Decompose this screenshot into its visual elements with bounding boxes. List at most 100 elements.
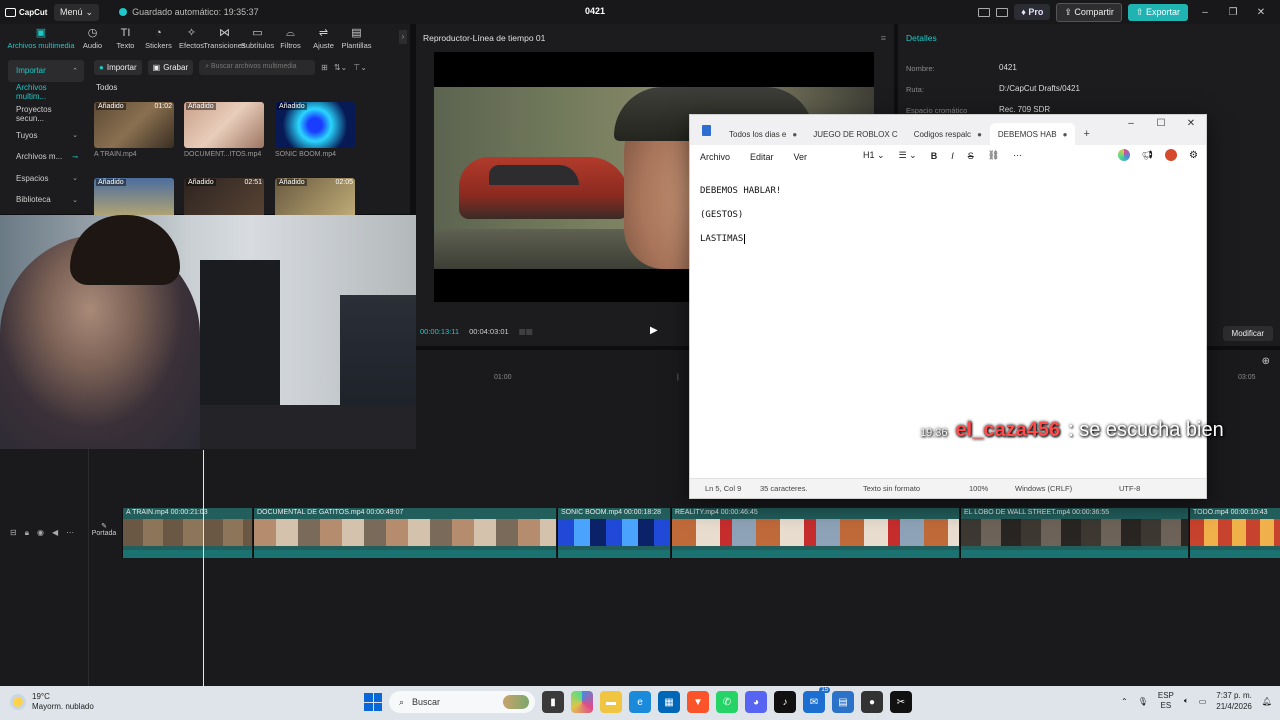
more-icon[interactable]: ⋯ [1013, 150, 1022, 161]
store-icon[interactable]: ▦ [658, 691, 680, 713]
new-tab-icon[interactable]: + [1075, 123, 1097, 145]
playhead[interactable] [203, 450, 204, 686]
speaker-icon[interactable]: ◀ [52, 528, 58, 538]
unsaved-dot-icon[interactable]: ● [1063, 130, 1068, 139]
menu-button[interactable]: Menú ⌄ [54, 3, 100, 21]
toolbar-media[interactable]: ▣ Archivos multimedia [6, 24, 76, 51]
chevron-up-icon[interactable]: ⌃ [1121, 697, 1128, 706]
zoom-in-icon[interactable]: ⊕ [1262, 356, 1270, 367]
maximize-icon[interactable]: ❐ [1222, 7, 1244, 18]
edge-icon[interactable]: e [629, 691, 651, 713]
timeline-clip[interactable]: DOCUMENTAL DE GATITOS.mp4 00:00:49:07 [253, 508, 556, 558]
menu-file[interactable]: Archivo [700, 152, 730, 162]
clock[interactable]: 7:37 p. m. 21/4/2026 [1216, 690, 1252, 712]
record-button[interactable]: ▣ Grabar [147, 60, 194, 75]
cover-button[interactable]: ✎ Portada [91, 522, 117, 537]
italic-icon[interactable]: I [951, 151, 954, 161]
link-icon[interactable]: ⛓ [988, 150, 999, 161]
sidebar-item-media[interactable]: Archivos multim... [8, 82, 84, 104]
toolbar-subtitles[interactable]: ▭ Subtítulos [241, 24, 274, 51]
timeline-clip[interactable]: SONIC BOOM.mp4 00:00:18:28 [557, 508, 670, 558]
notifications-icon[interactable]: 🔔︎ [1262, 697, 1272, 706]
lock-icon[interactable]: 🔒︎ [25, 528, 29, 538]
play-icon[interactable]: ▶ [650, 325, 658, 336]
close-icon[interactable]: ✕ [1250, 7, 1272, 18]
status-zoom[interactable]: 100% [969, 484, 988, 493]
whatsapp-icon[interactable]: ✆ [716, 691, 738, 713]
avatar[interactable] [1165, 149, 1178, 161]
import-button[interactable]: ● Importar [94, 60, 142, 75]
tiktok-icon[interactable]: ♪ [774, 691, 796, 713]
track-collapse-icon[interactable]: ⊟ [10, 528, 17, 538]
sidebar-item-import[interactable]: Importar ⌃ [8, 60, 84, 82]
copilot-icon[interactable] [1117, 149, 1130, 161]
media-item[interactable]: Añadido DOCUMENT...ITOS.mp4 [184, 102, 264, 158]
notepad-tab[interactable]: Todos los dias e ● [721, 123, 805, 145]
menu-icon[interactable]: ≡ [881, 33, 886, 43]
sidebar-item-media-2[interactable]: Archivos m... ⊸ [8, 146, 84, 168]
more-icon[interactable]: ⋯ [66, 528, 74, 538]
taskbar-search[interactable]: ⌕ Buscar [389, 691, 535, 713]
close-icon[interactable]: ✕ [1176, 115, 1206, 133]
minimize-icon[interactable]: – [1194, 7, 1216, 18]
discord-icon[interactable]: ◕ [745, 691, 767, 713]
strikethrough-icon[interactable]: S [968, 151, 974, 161]
filter-icon[interactable]: ⊤⌄ [353, 63, 367, 72]
task-view-icon[interactable]: ▮ [542, 691, 564, 713]
sidebar-item-subprojects[interactable]: Proyectos secun... [8, 103, 84, 125]
pro-button[interactable]: ♦ Pro [1014, 4, 1051, 20]
bold-icon[interactable]: B [931, 151, 938, 161]
filter-all-label[interactable]: Todos [96, 83, 117, 92]
megaphone-icon[interactable]: 📢︎ [1142, 150, 1153, 161]
toolbar-audio[interactable]: ◷ Audio [76, 24, 109, 51]
layout-icon[interactable] [978, 7, 991, 17]
list-icon[interactable]: ☰ ⌄ [899, 150, 917, 161]
microphone-icon[interactable]: 🎙︎ [1138, 697, 1148, 706]
gear-icon[interactable]: ⚙ [1189, 150, 1198, 161]
toolbar-filters[interactable]: ⌓ Filtros [274, 24, 307, 51]
battery-icon[interactable]: ▭ [1199, 697, 1207, 706]
toolbar-transitions[interactable]: ⋈ Transiciones [203, 24, 245, 51]
sidebar-item-yours[interactable]: Tuyos ⌄ [8, 125, 84, 147]
modify-button[interactable]: Modificar [1222, 326, 1273, 341]
unsaved-dot-icon[interactable]: ● [977, 130, 982, 139]
toolbar-templates[interactable]: ▤ Plantillas [340, 24, 373, 51]
media-search-input[interactable]: ⌕ Buscar archivos multimedia [199, 60, 316, 75]
timeline-clip[interactable]: A TRAIN.mp4 00:00:21:03 [122, 508, 252, 558]
sidebar-item-library[interactable]: Biblioteca ⌄ [8, 189, 84, 211]
media-item[interactable]: Añadido 01:02 A TRAIN.mp4 [94, 102, 174, 158]
menu-view[interactable]: Ver [794, 152, 808, 162]
toolbar-stickers[interactable]: ◔ Stickers [142, 24, 175, 51]
grid-view-icon[interactable]: ⊞ [321, 63, 328, 72]
speaker-icon[interactable]: 🔈︎ [1184, 696, 1189, 706]
maximize-icon[interactable]: ☐ [1146, 115, 1176, 133]
timeline-clip[interactable]: REALITY.mp4 00:00:46:45 [671, 508, 959, 558]
export-button[interactable]: ⇧ Exportar [1127, 3, 1188, 21]
sort-icon[interactable]: ⇅⌄ [334, 63, 347, 72]
unsaved-dot-icon[interactable]: ● [792, 130, 797, 139]
toolbar-text[interactable]: TI Texto [109, 24, 142, 51]
shortcuts-icon[interactable] [996, 7, 1009, 17]
notepad-tab-active[interactable]: DEBEMOS HAB ● [989, 123, 1076, 145]
media-item[interactable]: Añadido SONIC BOOM.mp4 [275, 102, 355, 158]
notepad-icon[interactable]: ▤ [832, 691, 854, 713]
notepad-tab[interactable]: Codigos respalc ● [906, 123, 990, 145]
minimize-icon[interactable]: – [1116, 115, 1146, 133]
brave-icon[interactable]: ▼ [687, 691, 709, 713]
chevron-right-icon[interactable]: › [399, 30, 407, 44]
capcut-icon[interactable]: ✂ [890, 691, 912, 713]
timeline-clip[interactable]: TODO.mp4 00:00:10:43 [1189, 508, 1280, 558]
weather-widget[interactable]: 19°C Mayorm. nublado [10, 692, 94, 712]
eye-icon[interactable]: ◉ [37, 528, 44, 538]
menu-edit[interactable]: Editar [750, 152, 774, 162]
outlook-icon[interactable]: ✉ 15 [803, 687, 830, 713]
file-explorer-icon[interactable]: ▬ [600, 691, 622, 713]
heading-dropdown[interactable]: H1 ⌄ [863, 150, 885, 161]
language-indicator[interactable]: ESP ES [1158, 691, 1174, 711]
share-button[interactable]: ⇪ Compartir [1056, 2, 1122, 22]
toolbar-adjust[interactable]: ⇌ Ajuste [307, 24, 340, 51]
notepad-tab[interactable]: JUEGO DE ROBLOX C [805, 123, 905, 145]
windows-start-icon[interactable] [364, 693, 382, 711]
timeline-clip[interactable]: EL LOBO DE WALL STREET.mp4 00:00:36:55 [960, 508, 1188, 558]
copilot-icon[interactable] [571, 691, 593, 713]
